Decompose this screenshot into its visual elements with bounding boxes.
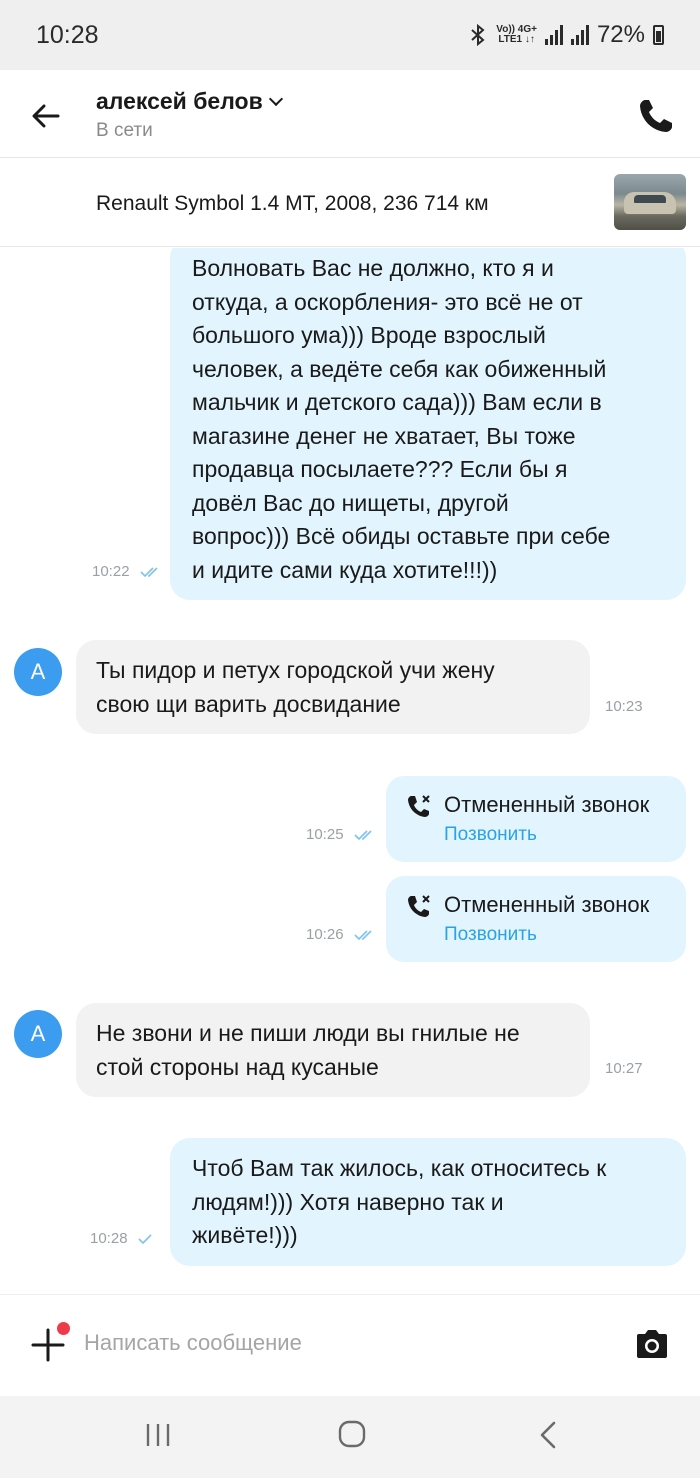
message-time: 10:27	[605, 1060, 643, 1077]
call-label: Отмененный звонок	[444, 892, 650, 917]
double-check-icon	[354, 830, 372, 841]
back-arrow-icon[interactable]	[28, 98, 64, 134]
message-composer	[0, 1294, 700, 1394]
chat-header: алексей белов В сети	[0, 70, 700, 158]
call-back-link[interactable]: Позвонить	[444, 824, 537, 846]
message-text: Не звони и не пиши люди вы гнилые не сто…	[96, 1020, 520, 1080]
message-time: 10:22	[92, 563, 162, 580]
status-icons: Vo)) 4G+ LTE1 ↓↑ 72%	[468, 21, 664, 49]
back-icon[interactable]	[536, 1420, 560, 1450]
phone-icon[interactable]	[636, 96, 676, 136]
incoming-message[interactable]: Не звони и не пиши люди вы гнилые не сто…	[76, 1003, 590, 1097]
message-text: Ты пидор и петух городской учи жену свою…	[96, 657, 495, 717]
message-time: 10:25	[306, 826, 376, 843]
message-text: Волновать Вас не должно, кто я и откуда,…	[192, 255, 611, 583]
incoming-message[interactable]: Ты пидор и петух городской учи жену свою…	[76, 640, 590, 734]
outgoing-message[interactable]: Волновать Вас не должно, кто я и откуда,…	[170, 248, 686, 600]
battery-icon	[653, 25, 664, 45]
listing-title[interactable]: Renault Symbol 1.4 MT, 2008, 236 714 км	[96, 192, 489, 216]
listing-photo[interactable]	[614, 174, 686, 230]
network-indicator: Vo)) 4G+ LTE1 ↓↑	[496, 24, 537, 45]
signal-icon-2	[570, 25, 589, 45]
call-message[interactable]: Отмененный звонок Позвонить	[386, 776, 686, 862]
chevron-down-icon[interactable]	[268, 91, 283, 107]
contact-status: В сети	[96, 120, 153, 141]
signal-icon	[544, 25, 563, 45]
outgoing-message[interactable]: Чтоб Вам так жилось, как относитесь к лю…	[170, 1138, 686, 1266]
message-time: 10:23	[605, 698, 643, 715]
message-time: 10:28	[90, 1230, 154, 1247]
message-list[interactable]: Волновать Вас не должно, кто я и откуда,…	[0, 248, 700, 1293]
cancelled-call-icon	[408, 895, 430, 917]
status-bar: 10:28 Vo)) 4G+ LTE1 ↓↑ 72%	[0, 0, 700, 70]
recent-apps-icon[interactable]	[144, 1422, 172, 1448]
battery-percent: 72%	[596, 21, 645, 48]
single-check-icon	[138, 1234, 152, 1245]
listing-card[interactable]: Renault Symbol 1.4 MT, 2008, 236 714 км	[0, 159, 700, 247]
camera-icon[interactable]	[634, 1327, 670, 1361]
home-icon[interactable]	[338, 1420, 366, 1448]
call-label: Отмененный звонок	[444, 792, 650, 817]
system-nav-bar	[0, 1396, 700, 1478]
message-text: Чтоб Вам так жилось, как относитесь к лю…	[192, 1155, 607, 1248]
status-time: 10:28	[36, 20, 99, 49]
cancelled-call-icon	[408, 795, 430, 817]
notification-dot	[57, 1322, 70, 1335]
double-check-icon	[354, 930, 372, 941]
call-back-link[interactable]: Позвонить	[444, 924, 537, 946]
avatar[interactable]: А	[14, 1010, 62, 1058]
message-time: 10:26	[306, 926, 376, 943]
contact-name[interactable]: алексей белов	[96, 88, 283, 115]
avatar[interactable]: А	[14, 648, 62, 696]
message-input[interactable]	[84, 1323, 604, 1363]
call-message[interactable]: Отмененный звонок Позвонить	[386, 876, 686, 962]
double-check-icon	[140, 567, 158, 578]
bluetooth-icon	[471, 23, 485, 47]
